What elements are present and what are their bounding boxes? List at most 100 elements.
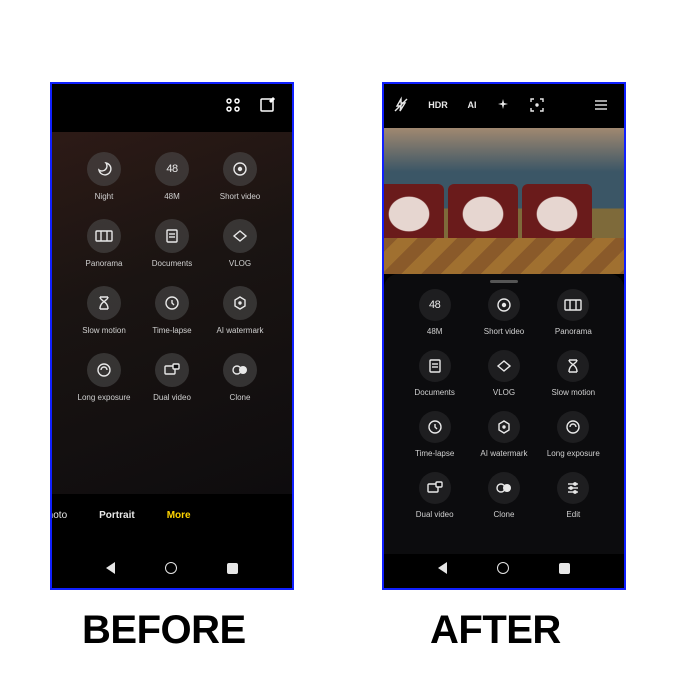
mode-label: Slow motion <box>552 388 596 397</box>
nav-back-icon[interactable] <box>438 562 447 574</box>
before-mode-short-video[interactable]: Short video <box>206 152 274 201</box>
scene-decor <box>384 184 444 244</box>
android-navbar <box>384 556 624 580</box>
dual-icon <box>155 353 189 387</box>
after-mode-slow-motion[interactable]: Slow motion <box>539 350 608 397</box>
clone-icon <box>223 353 257 387</box>
mode-label: Dual video <box>153 393 191 402</box>
48-icon: 48 <box>155 152 189 186</box>
scene-decor <box>384 238 624 274</box>
after-mode-48m[interactable]: 4848M <box>400 289 469 336</box>
moon-icon <box>87 152 121 186</box>
nav-home-icon[interactable] <box>165 562 177 574</box>
mode-label: Short video <box>220 192 260 201</box>
caption-before: BEFORE <box>82 608 246 653</box>
before-mode-grid: Night 48 48M Short video Panorama Documents VL… <box>52 152 292 402</box>
scene-decor <box>522 184 592 244</box>
after-mode-grid: 4848M Short video Panorama Documents VLOG Slo… <box>384 289 624 519</box>
mode-label: 48M <box>164 192 180 201</box>
record-icon <box>223 152 257 186</box>
mode-label: 48M <box>427 327 443 336</box>
tab-portrait[interactable]: Portrait <box>99 510 135 521</box>
long-icon <box>557 411 589 443</box>
after-mode-ai-watermark[interactable]: AI watermark <box>469 411 538 458</box>
sparkle-icon[interactable] <box>496 98 516 112</box>
before-phone: Night 48 48M Short video Panorama Documents VL… <box>50 82 294 590</box>
after-mode-dual-video[interactable]: Dual video <box>400 472 469 519</box>
pano-icon <box>557 289 589 321</box>
before-mode-long-exposure[interactable]: Long exposure <box>70 353 138 402</box>
mode-label: Time-lapse <box>152 326 191 335</box>
mode-label: AI watermark <box>480 449 527 458</box>
after-mode-short-video[interactable]: Short video <box>469 289 538 336</box>
heart-icon <box>223 219 257 253</box>
after-mode-time-lapse[interactable]: Time-lapse <box>400 411 469 458</box>
nav-back-icon[interactable] <box>106 562 115 574</box>
after-mode-edit[interactable]: Edit <box>539 472 608 519</box>
after-mode-long-exposure[interactable]: Long exposure <box>539 411 608 458</box>
android-navbar <box>52 556 292 580</box>
more-modes-sheet: 4848M Short video Panorama Documents VLOG Slo… <box>384 274 624 554</box>
before-topbar <box>52 84 292 130</box>
after-topbar: HDR AI <box>384 84 624 126</box>
nav-recent-icon[interactable] <box>559 563 570 574</box>
after-mode-documents[interactable]: Documents <box>400 350 469 397</box>
apps-menu-icon[interactable] <box>226 98 242 114</box>
tab-photo[interactable]: Photo <box>50 510 67 521</box>
mode-label: AI watermark <box>216 326 263 335</box>
before-mode-dual-video[interactable]: Dual video <box>138 353 206 402</box>
hourglass-icon <box>87 286 121 320</box>
clock-icon <box>155 286 189 320</box>
pano-icon <box>87 219 121 253</box>
caption-after: AFTER <box>430 608 561 653</box>
before-mode-clone[interactable]: Clone <box>206 353 274 402</box>
long-icon <box>87 353 121 387</box>
after-mode-vlog[interactable]: VLOG <box>469 350 538 397</box>
before-mode-slow-motion[interactable]: Slow motion <box>70 286 138 335</box>
doc-icon <box>419 350 451 382</box>
heart-icon <box>488 350 520 382</box>
viewfinder <box>384 128 624 274</box>
before-mode-time-lapse[interactable]: Time-lapse <box>138 286 206 335</box>
before-mode-ai-watermark[interactable]: AI watermark <box>206 286 274 335</box>
sheet-handle[interactable] <box>490 280 518 283</box>
flash-off-icon[interactable] <box>394 98 414 112</box>
mode-label: Dual video <box>416 510 454 519</box>
doc-icon <box>155 219 189 253</box>
hamburger-icon[interactable] <box>594 99 614 111</box>
hourglass-icon <box>557 350 589 382</box>
record-icon <box>488 289 520 321</box>
before-mode-night[interactable]: Night <box>70 152 138 201</box>
before-mode-panorama[interactable]: Panorama <box>70 219 138 268</box>
mode-label: Documents <box>152 259 192 268</box>
before-mode-vlog[interactable]: VLOG <box>206 219 274 268</box>
mode-label: Clone <box>230 393 251 402</box>
mode-label: Panorama <box>555 327 592 336</box>
mode-label: VLOG <box>229 259 251 268</box>
topbar-ai[interactable]: AI <box>462 100 482 110</box>
mode-label: Documents <box>414 388 454 397</box>
hex-icon <box>223 286 257 320</box>
nav-recent-icon[interactable] <box>227 563 238 574</box>
mode-label: Long exposure <box>78 393 131 402</box>
before-mode-documents[interactable]: Documents <box>138 219 206 268</box>
mode-label: Long exposure <box>547 449 600 458</box>
mode-label: Panorama <box>86 259 123 268</box>
after-mode-panorama[interactable]: Panorama <box>539 289 608 336</box>
after-phone: HDR AI 4848M Short video Panorama Documents V… <box>382 82 626 590</box>
mode-tabbar: Photo Portrait More <box>52 500 292 530</box>
tab-more[interactable]: More <box>167 510 191 521</box>
before-mode-48m[interactable]: 48 48M <box>138 152 206 201</box>
edit-lines-icon <box>557 472 589 504</box>
focus-square-icon[interactable] <box>530 98 550 112</box>
hex-icon <box>488 411 520 443</box>
nav-home-icon[interactable] <box>497 562 509 574</box>
edit-icon[interactable] <box>260 98 276 114</box>
mode-label: Short video <box>484 327 524 336</box>
mode-label: Night <box>95 192 114 201</box>
topbar-hdr[interactable]: HDR <box>428 100 448 110</box>
mode-label: Slow motion <box>82 326 126 335</box>
dual-icon <box>419 472 451 504</box>
after-mode-clone[interactable]: Clone <box>469 472 538 519</box>
mode-label: Time-lapse <box>415 449 454 458</box>
